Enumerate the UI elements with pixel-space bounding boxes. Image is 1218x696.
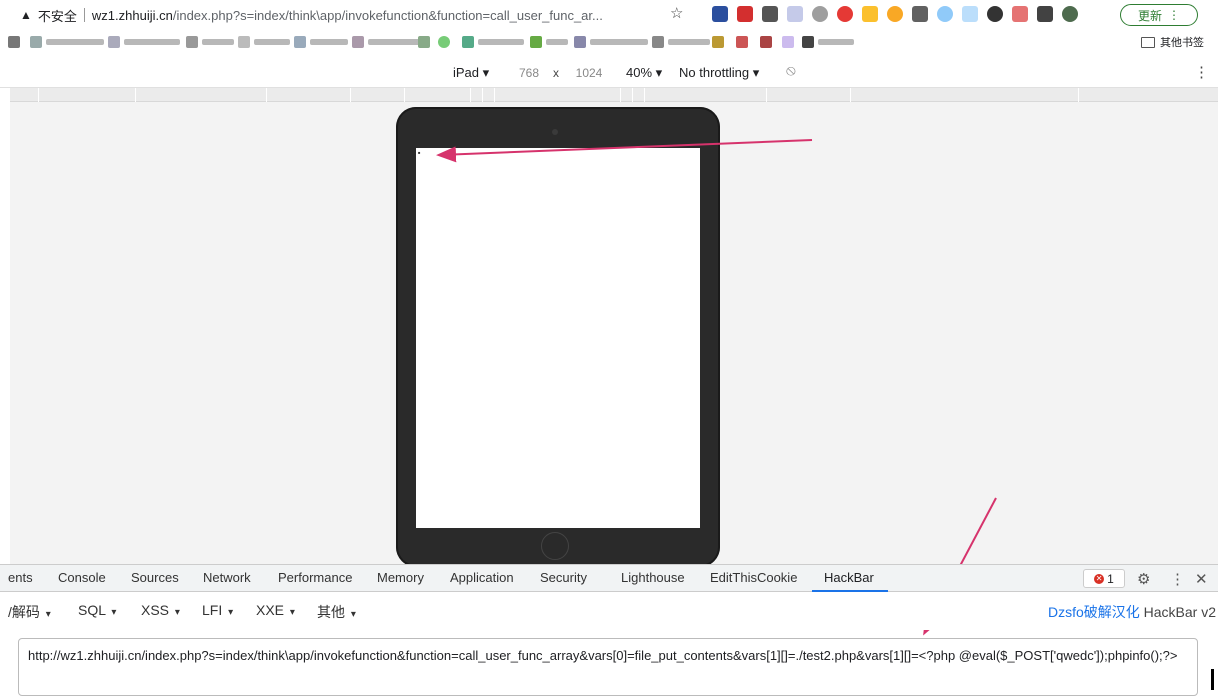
page-output-text: ■ <box>418 150 421 155</box>
warning-icon: ▲ <box>20 8 32 22</box>
bookmark-item[interactable] <box>352 35 422 49</box>
bookmark-item[interactable] <box>186 35 234 49</box>
extension-icon[interactable] <box>962 6 978 22</box>
extension-icon[interactable] <box>1012 6 1028 22</box>
text-cursor <box>1211 669 1214 690</box>
other-bookmarks[interactable]: 其他书签 <box>1141 34 1204 50</box>
star-icon[interactable]: ☆ <box>670 4 683 22</box>
kebab-icon[interactable]: ⋮ <box>1170 570 1185 588</box>
tab-security[interactable]: Security <box>540 570 587 585</box>
omnibox-divider <box>83 8 85 22</box>
bookmark-item[interactable] <box>438 35 450 49</box>
address-bar-row: ▲ 不安全 wz1.zhhuiji.cn /index.php?s=index/… <box>0 0 1218 30</box>
extension-icon[interactable] <box>762 6 778 22</box>
tab-memory[interactable]: Memory <box>377 570 424 585</box>
url-path: /index.php?s=index/think\app/invokefunct… <box>172 7 603 23</box>
security-label[interactable]: 不安全 <box>38 6 77 25</box>
kebab-icon[interactable]: ⋮ <box>1194 63 1209 81</box>
bookmark-item[interactable] <box>652 35 710 49</box>
tab-application[interactable]: Application <box>450 570 514 585</box>
rotate-icon[interactable]: ⦸ <box>786 62 796 79</box>
home-button <box>541 532 569 560</box>
throttling-select[interactable]: No throttling ▾ <box>679 65 759 81</box>
menu-other[interactable]: 其他 ▾ <box>317 602 356 622</box>
hackbar-url-textarea[interactable]: http://wz1.zhhuiji.cn/index.php?s=index/… <box>18 638 1198 696</box>
height-input[interactable] <box>567 62 611 84</box>
update-button[interactable]: 更新 ⋮ <box>1120 4 1198 26</box>
camera-dot <box>552 129 558 135</box>
omnibox[interactable]: ▲ 不安全 wz1.zhhuiji.cn /index.php?s=index/… <box>20 3 694 27</box>
brand-link[interactable]: Dzsfo破解汉化 <box>1048 604 1140 620</box>
error-counter[interactable]: ✕ 1 <box>1083 569 1125 588</box>
kebab-icon: ⋮ <box>1168 8 1180 22</box>
bookmark-item[interactable] <box>712 35 724 49</box>
tab-hackbar[interactable]: HackBar <box>824 570 874 585</box>
tab-lighthouse[interactable]: Lighthouse <box>621 570 685 585</box>
bookmark-item[interactable] <box>30 35 104 49</box>
device-toolbar: iPad ▾ x 40% ▾ No throttling ▾ ⦸ ⋮ <box>0 58 1218 88</box>
bookmark-item[interactable] <box>802 35 854 49</box>
bookmarks-bar: 其他书签 <box>0 30 1218 54</box>
error-icon: ✕ <box>1094 573 1105 584</box>
bookmark-item[interactable] <box>8 35 20 49</box>
menu-sql[interactable]: SQL ▾ <box>78 602 116 618</box>
close-icon[interactable]: ✕ <box>1195 570 1208 588</box>
bookmark-item[interactable] <box>782 35 794 49</box>
other-bookmarks-label: 其他书签 <box>1160 37 1204 49</box>
folder-icon <box>1141 36 1155 48</box>
bookmark-item[interactable] <box>294 35 348 49</box>
update-label: 更新 <box>1137 8 1162 23</box>
extension-icon[interactable] <box>812 6 828 22</box>
extension-icons <box>712 6 1078 22</box>
devtools-tab-bar: ents Console Sources Network Performance… <box>0 564 1218 592</box>
extension-icon[interactable] <box>937 6 953 22</box>
hackbar-menu: /解码 ▾ SQL ▾ XSS ▾ LFI ▾ XXE ▾ 其他 ▾ Dzsfo… <box>0 592 1218 630</box>
extension-icon[interactable] <box>787 6 803 22</box>
menu-xxe[interactable]: XXE ▾ <box>256 602 295 618</box>
tab-network[interactable]: Network <box>203 570 251 585</box>
ipad-frame: ■ <box>396 107 720 564</box>
hackbar-brand: Dzsfo破解汉化 HackBar v2 <box>1048 602 1216 622</box>
tab-console[interactable]: Console <box>58 570 106 585</box>
tab-sources[interactable]: Sources <box>131 570 179 585</box>
bookmark-item[interactable] <box>238 35 290 49</box>
url-host: wz1.zhhuiji.cn <box>91 7 173 23</box>
tab-editthiscookie[interactable]: EditThisCookie <box>710 570 797 585</box>
error-count: 1 <box>1107 571 1114 586</box>
extension-icon[interactable] <box>887 6 903 22</box>
menu-xss[interactable]: XSS ▾ <box>141 602 180 618</box>
dimension-separator: x <box>553 66 559 80</box>
avatar[interactable] <box>1062 6 1078 22</box>
menu-encoding[interactable]: /解码 ▾ <box>8 602 51 622</box>
extension-icon[interactable] <box>837 6 853 22</box>
device-select[interactable]: iPad ▾ <box>453 65 489 81</box>
zoom-select[interactable]: 40% ▾ <box>626 65 662 81</box>
bookmark-item[interactable] <box>760 35 772 49</box>
media-query-ruler[interactable] <box>10 88 1218 102</box>
bookmark-item[interactable] <box>736 35 748 49</box>
bookmark-item[interactable] <box>418 35 430 49</box>
gear-icon[interactable]: ⚙ <box>1137 570 1150 588</box>
bookmark-item[interactable] <box>108 35 180 49</box>
tab-performance[interactable]: Performance <box>278 570 352 585</box>
extension-icon[interactable] <box>862 6 878 22</box>
bookmark-item[interactable] <box>574 35 648 49</box>
extension-icon[interactable] <box>712 6 728 22</box>
extension-icon[interactable] <box>912 6 928 22</box>
tab-elements[interactable]: ents <box>8 570 33 585</box>
bookmark-item[interactable] <box>530 35 568 49</box>
extension-icon[interactable] <box>987 6 1003 22</box>
bookmark-item[interactable] <box>462 35 524 49</box>
device-screen[interactable]: ■ <box>416 148 700 528</box>
puzzle-icon[interactable] <box>1037 6 1053 22</box>
device-viewport: ■ <box>10 102 1218 564</box>
menu-lfi[interactable]: LFI ▾ <box>202 602 233 618</box>
brand-version: HackBar v2 <box>1143 604 1216 620</box>
extension-icon[interactable] <box>737 6 753 22</box>
width-input[interactable] <box>508 62 550 84</box>
